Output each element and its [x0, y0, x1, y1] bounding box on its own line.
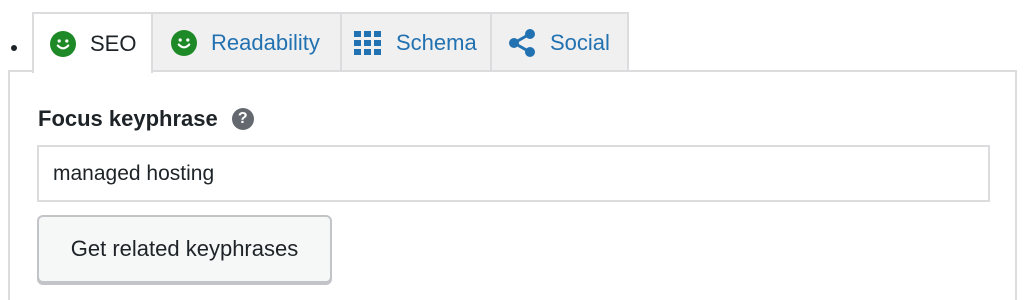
yoast-metabox: SEO Readability Schema Social Focus keyp… — [0, 0, 1024, 300]
focus-keyphrase-header: Focus keyphrase ? — [38, 106, 254, 132]
share-icon — [508, 28, 536, 57]
tab-social[interactable]: Social — [490, 12, 629, 71]
tab-readability-label: Readability — [211, 29, 320, 55]
focus-keyphrase-label: Focus keyphrase — [38, 106, 218, 131]
seo-panel: Focus keyphrase ? Get related keyphrases — [8, 70, 1017, 300]
tab-seo[interactable]: SEO — [32, 12, 153, 73]
tab-schema-label: Schema — [396, 29, 477, 55]
smiley-face-icon — [50, 30, 76, 57]
smiley-face-icon — [171, 29, 197, 56]
tab-seo-label: SEO — [90, 30, 137, 56]
focus-keyphrase-input[interactable] — [37, 145, 990, 202]
get-related-keyphrases-button[interactable]: Get related keyphrases — [37, 215, 332, 283]
tab-social-label: Social — [550, 29, 610, 55]
help-icon[interactable]: ? — [231, 108, 254, 130]
tab-readability[interactable]: Readability — [151, 12, 342, 71]
tab-schema[interactable]: Schema — [340, 12, 492, 71]
metabox-tabs: SEO Readability Schema Social — [32, 11, 629, 73]
list-bullet — [11, 45, 17, 51]
grid-icon — [354, 30, 382, 55]
